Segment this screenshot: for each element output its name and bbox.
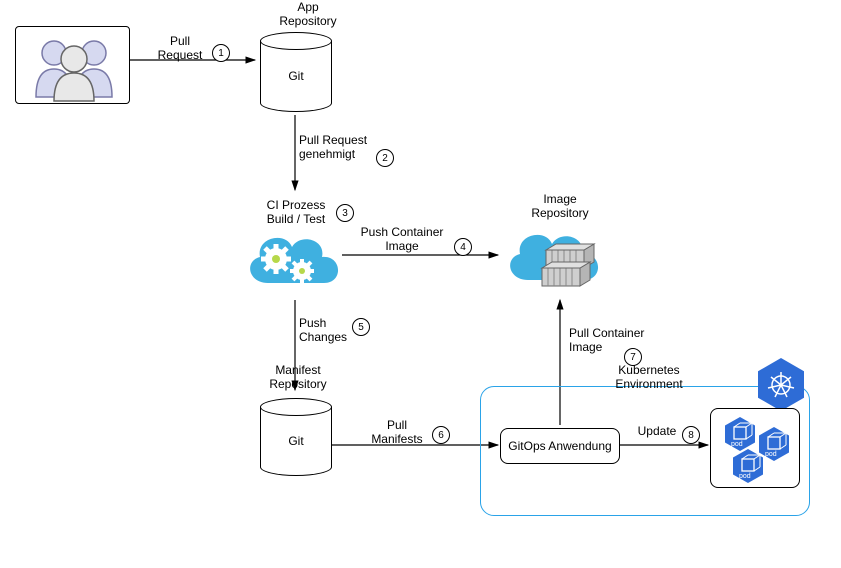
step-7: 7 (624, 348, 642, 366)
ci-process-label: CI Prozess Build / Test (256, 198, 336, 227)
pod-label: pod (731, 441, 743, 449)
ci-cloud-icon (238, 225, 348, 301)
pods-group: pod pod pod (710, 408, 800, 488)
k8s-env-label: Kubernetes Environment (604, 363, 694, 392)
step-4: 4 (454, 238, 472, 256)
step-6: 6 (432, 426, 450, 444)
edge-6-label: Pull Manifests (362, 418, 432, 447)
app-repo-cylinder: Git (260, 32, 332, 112)
app-repo-label: Git (288, 69, 303, 83)
image-repo-icon (500, 224, 610, 300)
edge-7-label: Pull Container Image (569, 326, 659, 355)
manifest-repo-label: Git (288, 434, 303, 448)
manifest-repo-cylinder: Git (260, 398, 332, 476)
developers-node (15, 26, 130, 104)
edge-1-label: Pull Request (155, 34, 205, 63)
step-2: 2 (376, 149, 394, 167)
people-icon (16, 27, 131, 105)
edge-8-label: Update (632, 424, 682, 438)
pod-label: pod (765, 451, 777, 459)
gitops-app-label: GitOps Anwendung (508, 439, 611, 453)
step-1: 1 (212, 44, 230, 62)
edge-4-label: Push Container Image (352, 225, 452, 254)
edge-5-label: Push Changes (299, 316, 359, 345)
app-repo-title: App Repository (268, 0, 348, 29)
manifest-repo-title: Manifest Repository (258, 363, 338, 392)
image-repo-title: Image Repository (520, 192, 600, 221)
pod-label: pod (739, 473, 751, 481)
gitops-app-node: GitOps Anwendung (500, 428, 620, 464)
step-5: 5 (352, 318, 370, 336)
step-8: 8 (682, 426, 700, 444)
edge-2-label: Pull Request genehmigt (299, 133, 379, 162)
step-3: 3 (336, 204, 354, 222)
